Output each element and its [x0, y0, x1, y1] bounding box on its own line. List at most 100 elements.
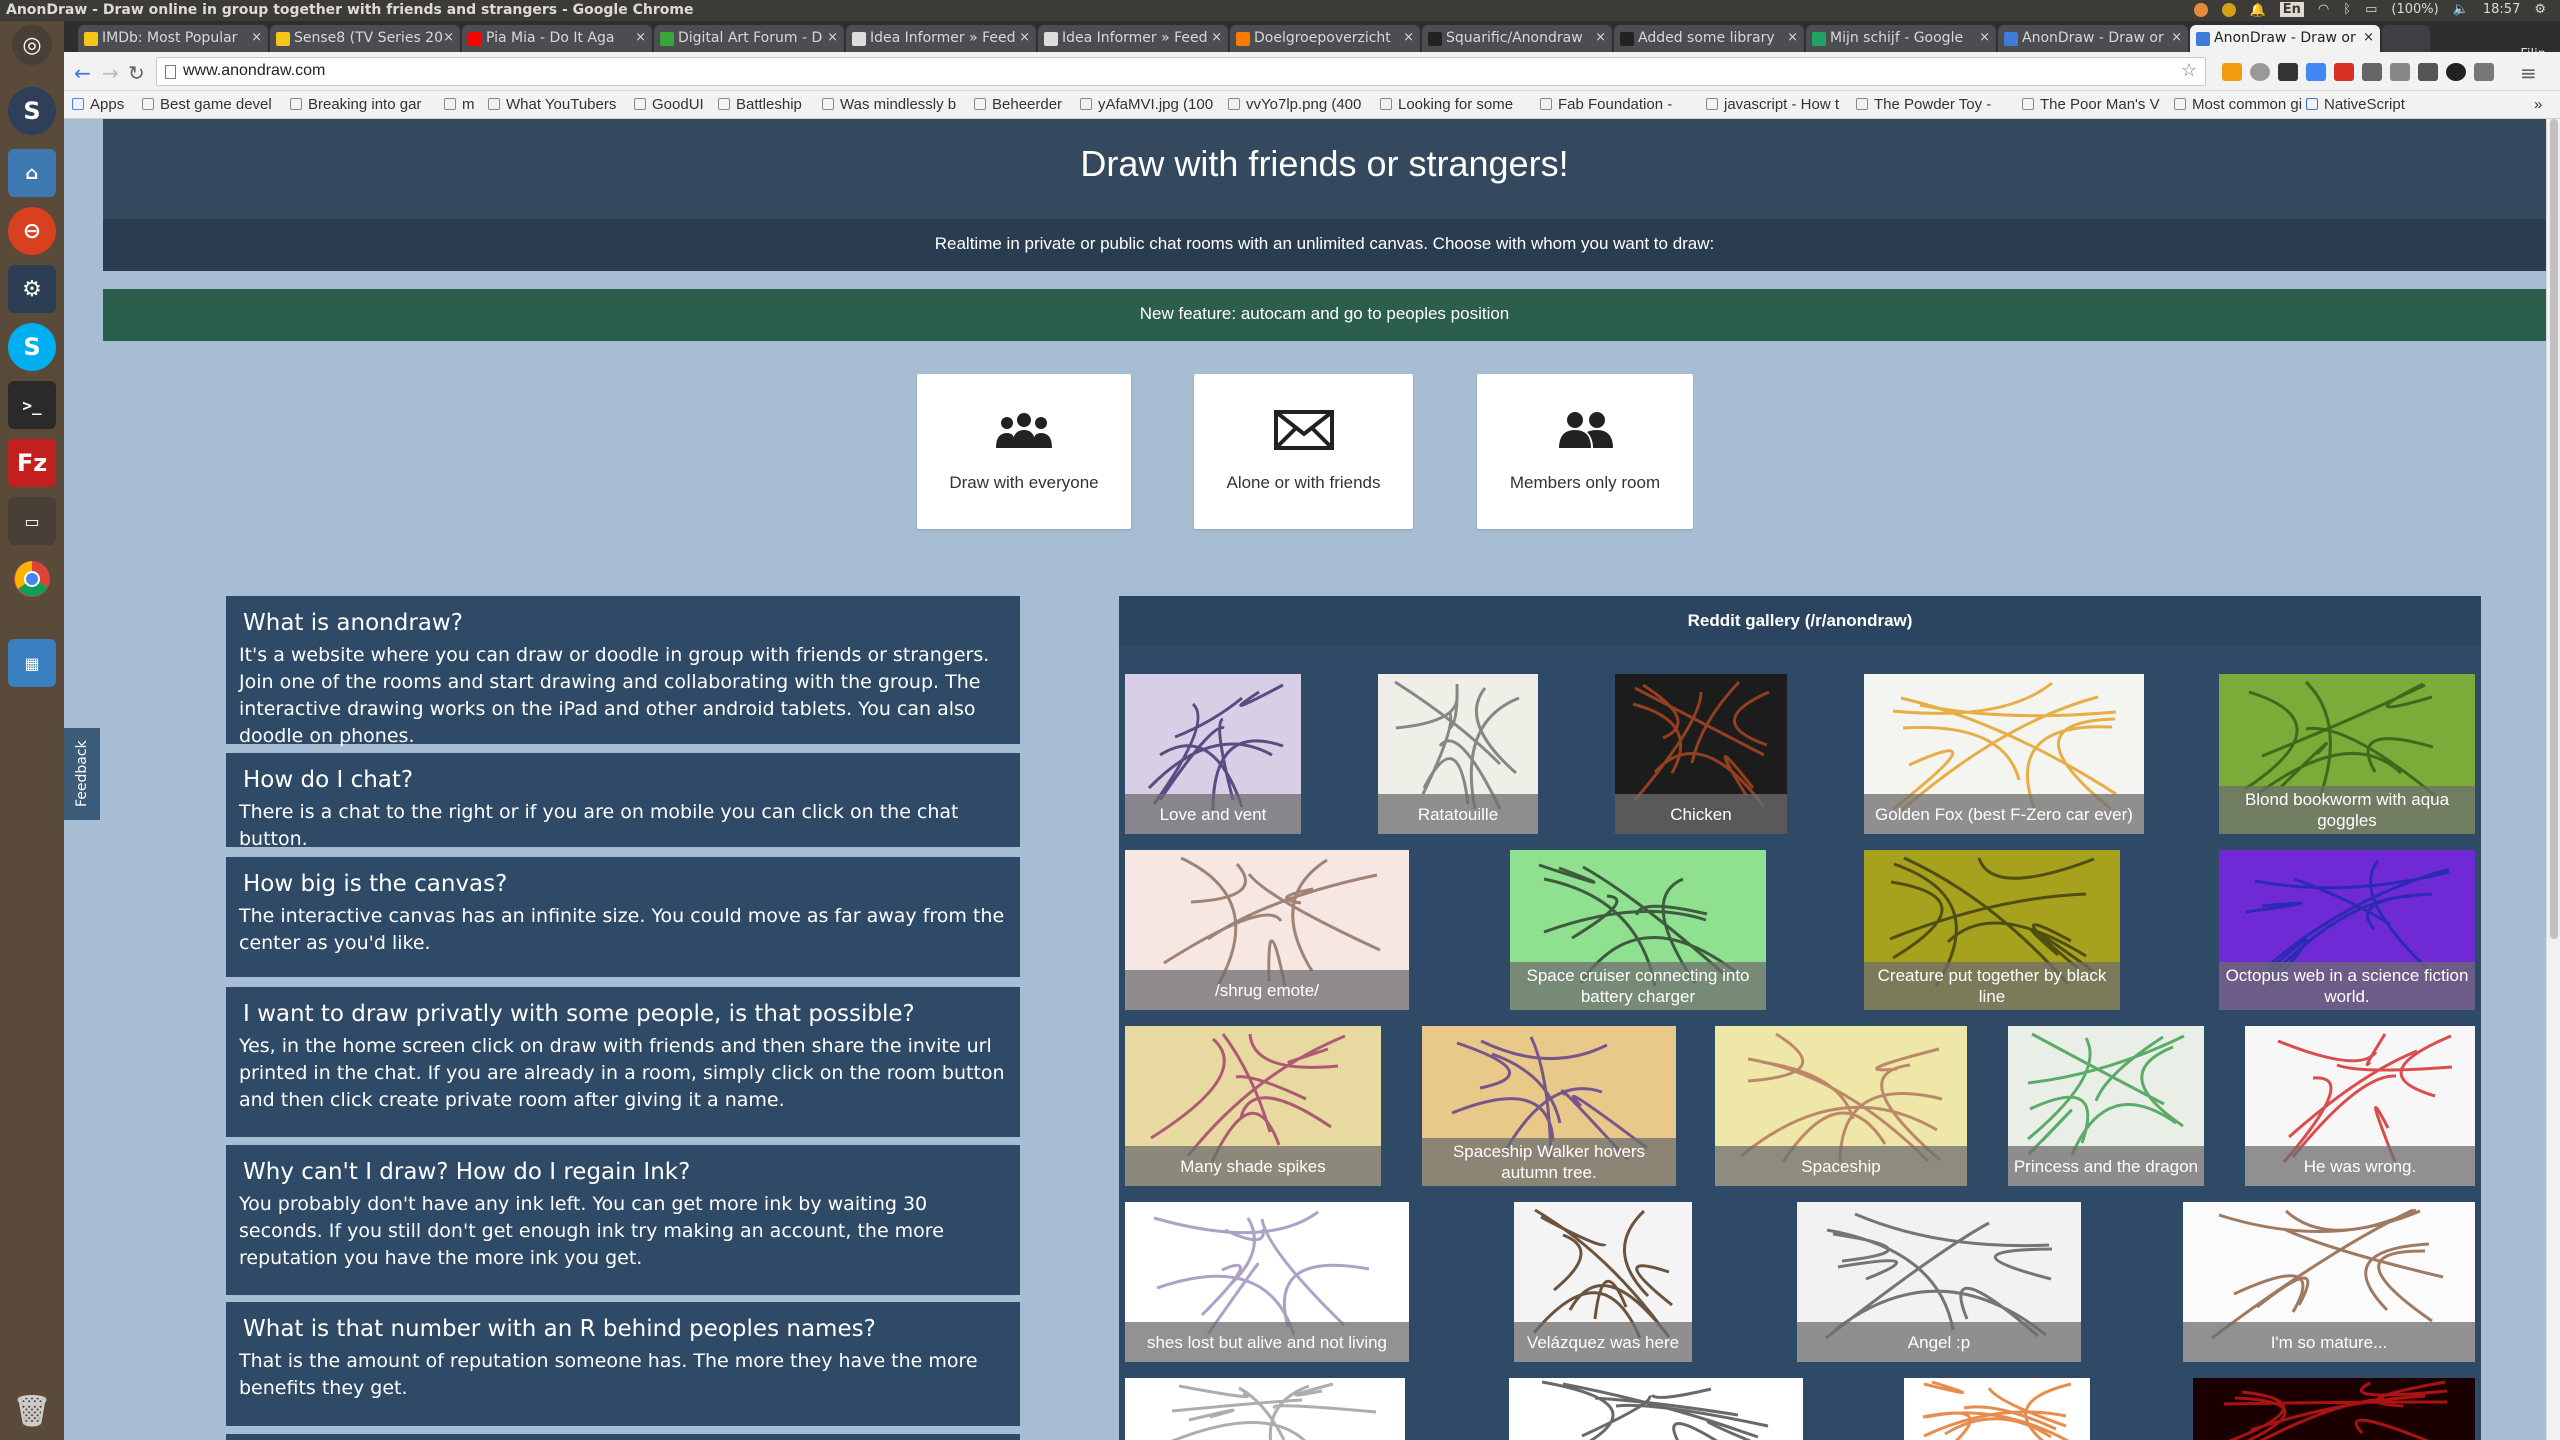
ubuntu-logo-icon[interactable]: ◎ — [12, 25, 52, 65]
gallery-thumbnail[interactable]: Golden Fox (best F-Zero car ever) — [1864, 674, 2144, 834]
page-scrollbar[interactable] — [2546, 119, 2560, 1440]
mail-icon[interactable] — [2193, 2, 2208, 17]
tab-close-icon[interactable]: × — [1403, 30, 1414, 45]
gallery-thumbnail[interactable]: He was wrong. — [2245, 1026, 2475, 1186]
bookmark-item[interactable]: Was mindlessly b — [822, 96, 956, 113]
bookmark-item[interactable]: The Powder Toy - — [1856, 96, 1991, 113]
gallery-thumbnail[interactable]: Creature put together by black line — [1864, 850, 2120, 1010]
tab-close-icon[interactable]: × — [2363, 30, 2374, 45]
bookmark-item[interactable]: vvYo7lp.png (400 — [1228, 96, 1361, 113]
battery-icon[interactable]: ▭ — [2365, 2, 2377, 17]
bookmark-item[interactable]: yAfaMVI.jpg (100 — [1080, 96, 1213, 113]
bookmark-item[interactable]: javascript - How t — [1706, 96, 1839, 113]
tab-close-icon[interactable]: × — [443, 30, 454, 45]
gallery-thumbnail[interactable] — [1904, 1378, 2090, 1440]
bookmark-item[interactable]: Looking for some — [1380, 96, 1513, 113]
bookmark-item[interactable]: Apps — [72, 96, 124, 113]
chrome-indicator-icon[interactable] — [2221, 2, 2236, 17]
rss-extension-icon[interactable] — [2222, 63, 2242, 81]
bookmark-item[interactable]: Beheerder — [974, 96, 1062, 113]
browser-tab[interactable]: Sense8 (TV Series 20 × — [270, 25, 460, 52]
tab-close-icon[interactable]: × — [1595, 30, 1606, 45]
gallery-thumbnail[interactable]: Velázquez was here — [1514, 1202, 1692, 1362]
browser-tab-active[interactable]: AnonDraw - Draw or × — [2190, 25, 2380, 52]
feedback-tab[interactable]: Feedback — [64, 728, 100, 820]
browser-tab[interactable]: Idea Informer » Feed × — [1038, 25, 1228, 52]
scrollbar-thumb[interactable] — [2550, 119, 2558, 939]
clock[interactable]: 18:57 — [2483, 2, 2520, 17]
wifi-icon[interactable]: ◠ — [2318, 2, 2329, 17]
gallery-thumbnail[interactable]: shes lost but alive and not living — [1125, 1202, 1409, 1362]
gallery-thumbnail[interactable]: Angel :p — [1797, 1202, 2081, 1362]
gallery-thumbnail[interactable]: Love and vent — [1125, 674, 1301, 834]
back-icon[interactable]: ← — [74, 61, 91, 85]
gallery-thumbnail[interactable]: Space cruiser connecting into battery ch… — [1510, 850, 1766, 1010]
notification-icon[interactable]: 🔔 — [2250, 3, 2266, 18]
gallery-thumbnail[interactable]: Spaceship — [1715, 1026, 1967, 1186]
new-tab-button[interactable] — [2382, 25, 2430, 52]
tab-close-icon[interactable]: × — [2171, 30, 2182, 45]
extension-icon[interactable] — [2278, 63, 2298, 81]
menu-icon[interactable]: ≡ — [2520, 61, 2537, 85]
gallery-thumbnail[interactable]: Octopus web in a science fiction world. — [2219, 850, 2475, 1010]
browser-tab[interactable]: Pia Mia - Do It Aga × — [462, 25, 652, 52]
members-only-room-button[interactable]: Members only room — [1477, 374, 1693, 529]
keyboard-indicator[interactable]: En — [2279, 2, 2304, 17]
bookmark-item[interactable]: Best game devel — [142, 96, 272, 113]
bookmark-item[interactable]: m — [444, 96, 475, 113]
workspace-icon[interactable]: ▦ — [8, 639, 56, 687]
bookmark-star-icon[interactable]: ☆ — [2181, 60, 2197, 81]
gallery-thumbnail[interactable]: Many shade spikes — [1125, 1026, 1381, 1186]
bookmark-item[interactable]: Fab Foundation - — [1540, 96, 1672, 113]
browser-tab[interactable]: Added some library × — [1614, 25, 1804, 52]
skype-icon[interactable]: S — [8, 323, 56, 371]
gallery-thumbnail[interactable]: I'm so mature... — [2183, 1202, 2475, 1362]
alone-or-with-friends-button[interactable]: Alone or with friends — [1194, 374, 1413, 529]
adblock-extension-icon[interactable] — [2334, 63, 2354, 81]
gallery-thumbnail[interactable]: Spaceship Walker hovers autumn tree. — [1422, 1026, 1676, 1186]
terminal-icon[interactable]: >_ — [8, 381, 56, 429]
forward-icon[interactable]: → — [102, 61, 119, 85]
files-home-icon[interactable]: ⌂ — [8, 149, 56, 197]
scribus-icon[interactable]: S — [8, 87, 56, 135]
bookmark-item[interactable]: The Poor Man's V — [2022, 96, 2160, 113]
filezilla-icon[interactable]: Fz — [8, 439, 56, 487]
gallery-thumbnail[interactable]: Ratatouille — [1378, 674, 1538, 834]
browser-tab[interactable]: IMDb: Most Popular × — [78, 25, 268, 52]
bookmark-item[interactable]: Battleship — [718, 96, 802, 113]
tab-close-icon[interactable]: × — [1979, 30, 1990, 45]
ubuntu-software-icon[interactable]: ⊖ — [8, 207, 56, 255]
tab-close-icon[interactable]: × — [1211, 30, 1222, 45]
tab-close-icon[interactable]: × — [1787, 30, 1798, 45]
browser-tab[interactable]: Mijn schijf - Google × — [1806, 25, 1996, 52]
bookmark-item[interactable]: Most common gi — [2174, 96, 2302, 113]
gallery-thumbnail[interactable]: Chicken — [1615, 674, 1787, 834]
gallery-thumbnail[interactable]: Princess and the dragon — [2008, 1026, 2204, 1186]
browser-tab[interactable]: Squarific/Anondraw × — [1422, 25, 1612, 52]
extension-icon[interactable] — [2390, 63, 2410, 81]
translate-extension-icon[interactable] — [2306, 63, 2326, 81]
extension-icon[interactable] — [2418, 63, 2438, 81]
address-bar[interactable]: www.anondraw.com ☆ — [156, 57, 2206, 86]
browser-tab[interactable]: Idea Informer » Feed × — [846, 25, 1036, 52]
browser-tab[interactable]: Doelgroepoverzicht × — [1230, 25, 1420, 52]
gallery-thumbnail[interactable] — [1509, 1378, 1803, 1440]
screenshot-extension-icon[interactable] — [2362, 63, 2382, 81]
window-switcher-icon[interactable]: ▭ — [8, 497, 56, 545]
browser-tab[interactable]: AnonDraw - Draw or × — [1998, 25, 2188, 52]
extension-icon[interactable] — [2446, 63, 2466, 81]
tab-close-icon[interactable]: × — [635, 30, 646, 45]
bookmark-item[interactable]: Breaking into gar — [290, 96, 421, 113]
tab-close-icon[interactable]: × — [827, 30, 838, 45]
gallery-thumbnail[interactable] — [2193, 1378, 2475, 1440]
bluetooth-icon[interactable]: ᛒ — [2343, 2, 2351, 17]
bookmark-item[interactable]: GoodUI — [634, 96, 704, 113]
extension-icon[interactable] — [2474, 63, 2494, 81]
tab-close-icon[interactable]: × — [1019, 30, 1030, 45]
gallery-thumbnail[interactable] — [1125, 1378, 1405, 1440]
bookmarks-overflow-icon[interactable]: » — [2534, 96, 2542, 113]
system-settings-icon[interactable]: ⚙ — [8, 265, 56, 313]
volume-icon[interactable]: 🔈 — [2453, 2, 2469, 17]
bookmark-item[interactable]: NativeScript — [2306, 96, 2405, 113]
gallery-thumbnail[interactable]: Blond bookworm with aqua goggles — [2219, 674, 2475, 834]
